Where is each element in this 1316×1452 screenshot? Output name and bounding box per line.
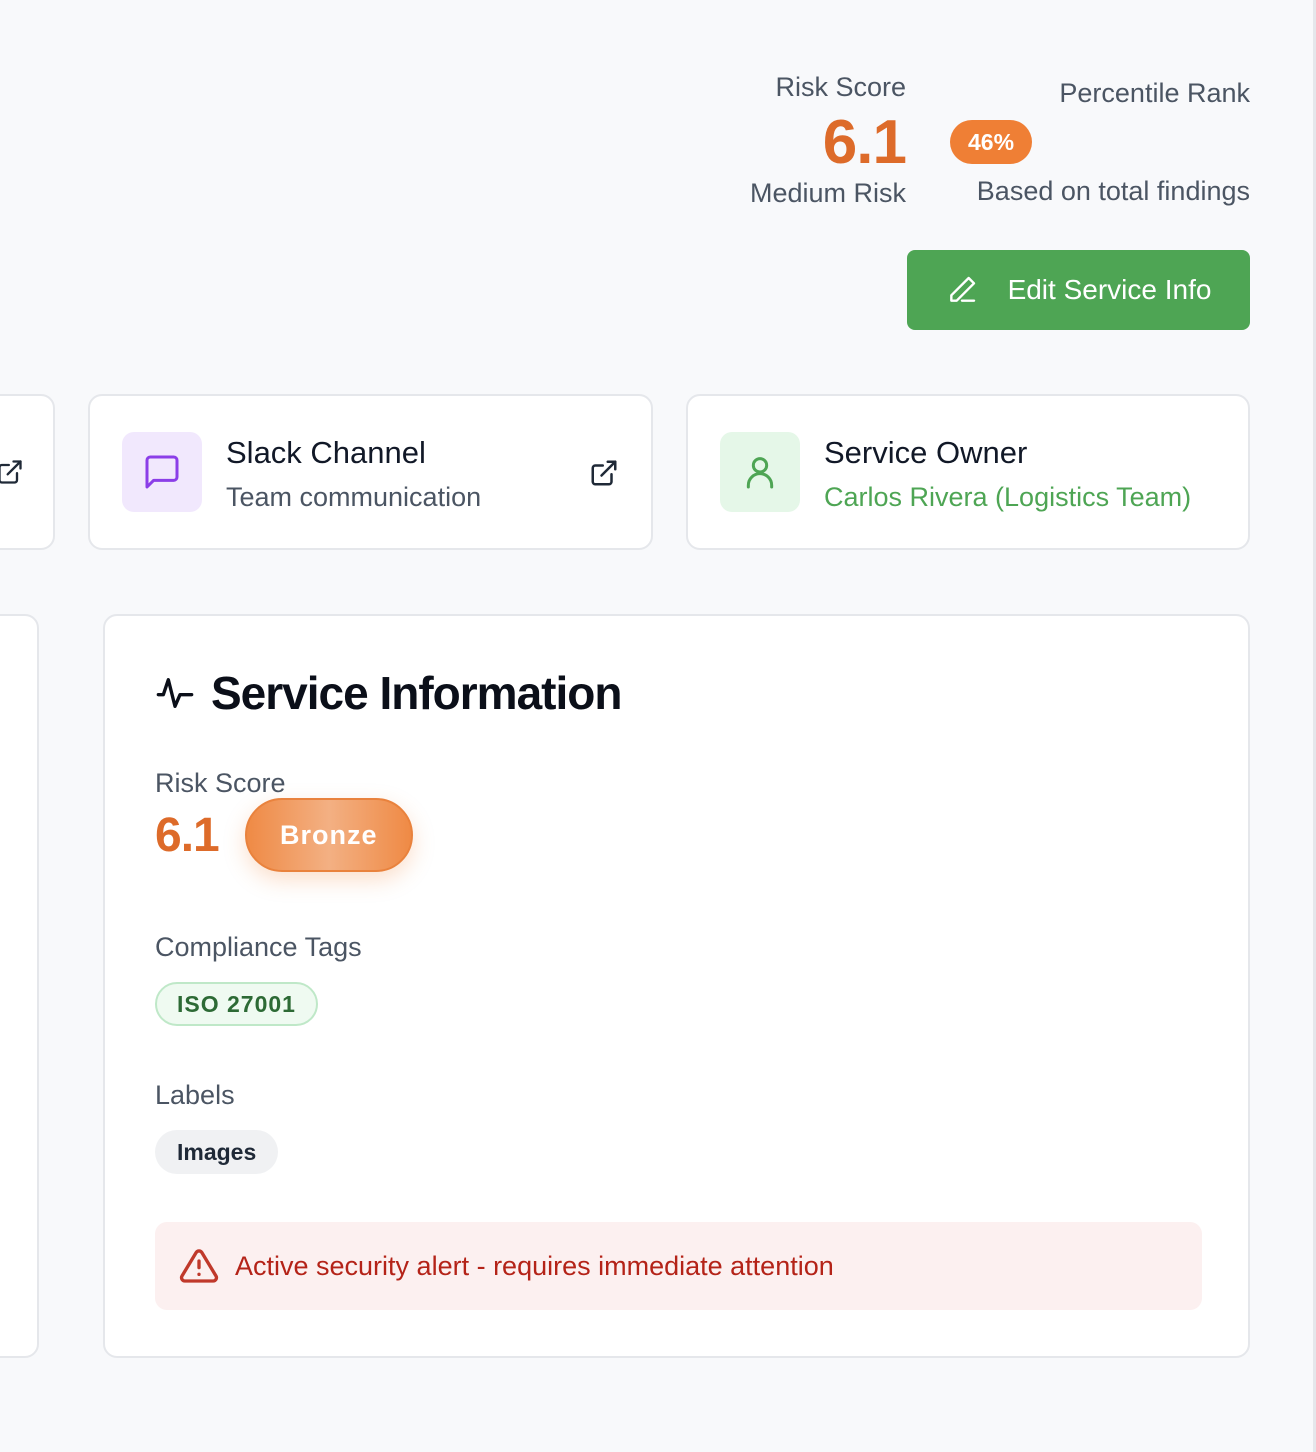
message-square-icon: [145, 455, 179, 489]
compliance-tags-label: Compliance Tags: [155, 932, 362, 962]
slack-channel-subtitle: Team communication: [226, 482, 482, 512]
label-tag: Images: [155, 1130, 279, 1174]
external-link-icon[interactable]: [0, 458, 24, 486]
edit-service-info-button[interactable]: Edit Service Info: [907, 250, 1250, 330]
slack-icon-tile: [122, 432, 202, 512]
left-panel-partial: [0, 614, 39, 1358]
risk-score-field-label: Risk Score: [155, 768, 286, 798]
risk-score-value: 6.1: [822, 108, 907, 177]
security-alert-banner: Active security alert - requires immedia…: [155, 1222, 1202, 1310]
service-owner-title: Service Owner: [824, 435, 1028, 470]
external-link-icon[interactable]: [589, 458, 619, 488]
security-alert-text: Active security alert - requires immedia…: [235, 1250, 834, 1281]
service-information-panel: Service Information Risk Score 6.1 Bronz…: [103, 614, 1250, 1358]
risk-score-summary: Risk Score 6.1 Medium Risk: [749, 70, 907, 210]
pencil-icon: [949, 276, 975, 302]
tier-badge: Bronze: [244, 798, 413, 872]
service-information-title: Service Information: [211, 667, 622, 719]
risk-score-field-value: 6.1: [155, 808, 220, 862]
service-information-heading: Service Information: [155, 666, 622, 720]
slack-channel-card[interactable]: Slack Channel Team communication: [88, 394, 653, 550]
slack-channel-title: Slack Channel: [226, 435, 426, 470]
percentile-subtext: Based on total findings: [976, 176, 1250, 206]
warning-triangle-icon: [179, 1249, 219, 1283]
edit-service-info-label: Edit Service Info: [1007, 274, 1212, 305]
labels-label: Labels: [155, 1080, 235, 1110]
compliance-tag: ISO 27001: [155, 982, 318, 1026]
risk-level-text: Medium Risk: [749, 178, 906, 208]
activity-icon: [156, 678, 194, 708]
owner-icon-tile: [720, 432, 800, 512]
risk-score-row: 6.1 Bronze: [155, 798, 413, 872]
risk-score-label: Risk Score: [775, 72, 906, 102]
percentile-label: Percentile Rank: [1059, 78, 1250, 108]
service-owner-card[interactable]: Service Owner Carlos Rivera (Logistics T…: [686, 394, 1250, 550]
service-owner-name[interactable]: Carlos Rivera (Logistics Team): [824, 480, 1191, 514]
percentile-summary: Percentile Rank 46% Based on total findi…: [950, 76, 1250, 208]
user-icon: [746, 457, 774, 489]
percentile-badge: 46%: [950, 120, 1033, 164]
link-card-partial[interactable]: [0, 394, 55, 550]
